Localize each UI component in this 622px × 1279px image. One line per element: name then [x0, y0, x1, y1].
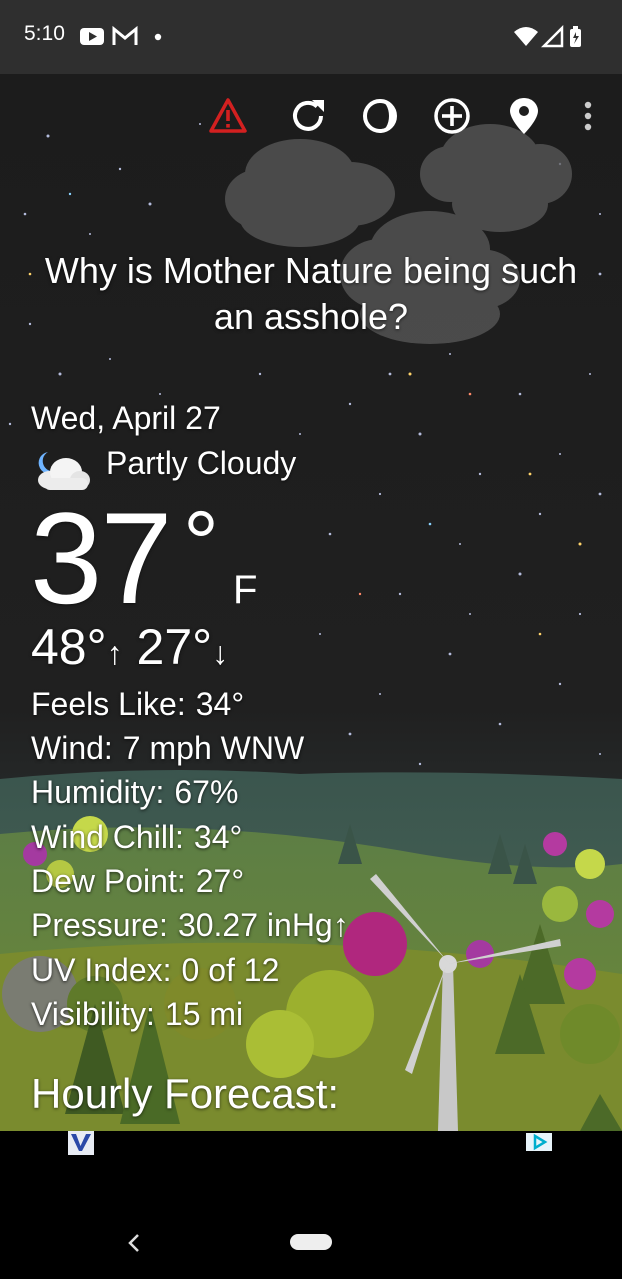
detail-label: Dew Point: [31, 863, 186, 899]
battery-icon [570, 26, 581, 47]
detail-label: Wind Chill: [31, 819, 184, 855]
detail-label: Wind: [31, 730, 113, 766]
detail-value: 30.27 inHg↑ [177, 907, 349, 943]
location-pin-icon[interactable] [504, 96, 544, 136]
home-button[interactable] [290, 1234, 332, 1250]
weather-quote: Why is Mother Nature being such an assho… [44, 250, 578, 337]
high-low-temperatures: 48°↑ 27°↓ [31, 618, 228, 676]
detail-dew-point: Dew Point: 27° [31, 863, 244, 900]
more-notifications-dot-icon [154, 33, 162, 41]
back-icon[interactable] [126, 1233, 142, 1253]
ad-banner[interactable] [0, 1131, 622, 1215]
detail-label: UV Index: [31, 952, 172, 988]
degree-symbol: ° [183, 494, 219, 594]
detail-wind: Wind: 7 mph WNW [31, 730, 304, 767]
add-location-icon[interactable] [432, 96, 472, 136]
theme-icon[interactable] [360, 96, 400, 136]
high-arrow-icon: ↑ [106, 635, 123, 671]
low-temp: 27° [136, 619, 213, 675]
detail-value: 67% [174, 774, 239, 810]
gmail-icon [112, 25, 138, 45]
condition-text: Partly Cloudy [106, 445, 297, 481]
forecast-date: Wed, April 27 [31, 400, 221, 436]
ad-logo-icon[interactable] [68, 1131, 94, 1155]
cell-signal-icon [540, 24, 564, 48]
detail-label: Visibility: [31, 996, 155, 1032]
youtube-icon [80, 28, 104, 45]
detail-wind-chill: Wind Chill: 34° [31, 819, 242, 856]
detail-value: 0 of 12 [181, 952, 280, 988]
high-temp: 48° [31, 619, 107, 675]
wifi-icon [514, 27, 538, 46]
detail-value: 34° [193, 819, 243, 855]
current-temperature: 37 [30, 485, 173, 631]
low-arrow-icon: ↓ [212, 635, 229, 671]
detail-value: 27° [195, 863, 245, 899]
detail-value: 7 mph WNW [122, 730, 305, 766]
detail-feels-like: Feels Like: 34° [31, 686, 244, 723]
system-navigation-bar [0, 1215, 622, 1279]
notification-icons [80, 25, 162, 45]
temperature-unit: F [233, 568, 258, 612]
hourly-forecast-heading: Hourly Forecast: [31, 1070, 340, 1117]
weather-scene: Why is Mother Nature being such an assho… [0, 74, 622, 1131]
refresh-icon[interactable] [288, 96, 328, 136]
detail-humidity: Humidity: 67% [31, 774, 238, 811]
detail-value: 15 mi [164, 996, 244, 1032]
detail-label: Feels Like: [31, 686, 186, 722]
system-status-icons [514, 24, 581, 48]
detail-uv-index: UV Index: 0 of 12 [31, 952, 279, 989]
detail-label: Pressure: [31, 907, 168, 943]
ad-choices-icon[interactable] [526, 1133, 552, 1151]
detail-pressure: Pressure: 30.27 inHg↑ [31, 907, 349, 944]
detail-value: 34° [195, 686, 245, 722]
status-bar: 5:10 [0, 0, 622, 74]
detail-label: Humidity: [31, 774, 165, 810]
warning-icon[interactable] [208, 96, 248, 136]
detail-visibility: Visibility: 15 mi [31, 996, 243, 1033]
status-time: 5:10 [24, 22, 65, 45]
more-vert-icon[interactable] [568, 96, 608, 136]
